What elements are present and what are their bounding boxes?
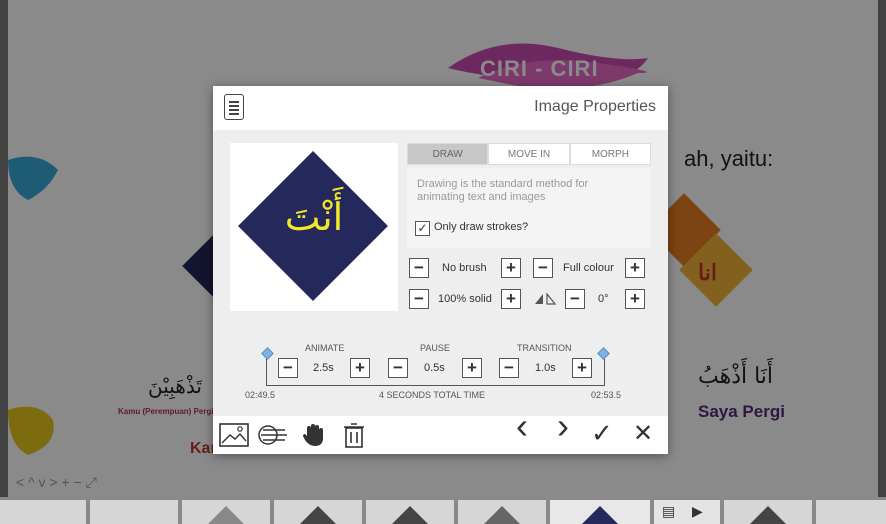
colour-label: Full colour	[563, 262, 614, 274]
play-icon[interactable]: ▶	[692, 503, 703, 520]
transition-label: TRANSITION	[517, 343, 572, 353]
mirror-icon[interactable]	[533, 292, 557, 306]
thumbnail[interactable]	[724, 500, 814, 524]
brush-label: No brush	[442, 262, 487, 274]
pause-minus-button[interactable]: −	[388, 358, 408, 378]
animate-value: 2.5s	[313, 362, 334, 374]
pause-plus-button[interactable]: +	[462, 358, 482, 378]
transition-minus-button[interactable]: −	[499, 358, 519, 378]
confirm-icon[interactable]: ✓	[591, 420, 613, 446]
animate-plus-button[interactable]: +	[350, 358, 370, 378]
dialog-header: Image Properties	[213, 86, 668, 130]
brush-plus-button[interactable]: +	[501, 258, 521, 278]
end-time: 02:53.5	[591, 390, 622, 400]
thumbnail-selected[interactable]	[550, 500, 652, 524]
thumbnail[interactable]	[0, 500, 88, 524]
dialog-footer: ‹ › ✓ ✕	[213, 408, 668, 454]
opacity-label: 100% solid	[438, 293, 492, 305]
thumbnail[interactable]	[182, 500, 272, 524]
transition-value: 1.0s	[535, 362, 556, 374]
opacity-plus-button[interactable]: +	[501, 289, 521, 309]
hand-icon[interactable]	[301, 422, 327, 448]
thumbnail[interactable]	[274, 500, 364, 524]
tab-draw[interactable]: DRAW	[407, 143, 489, 165]
total-time: 4 SECONDS TOTAL TIME	[379, 390, 486, 400]
image-icon[interactable]	[219, 423, 249, 447]
thumbnail-controls[interactable]: ▤ ▶	[654, 500, 720, 524]
animate-minus-button[interactable]: −	[278, 358, 298, 378]
animate-label: ANIMATE	[305, 343, 345, 353]
angle-minus-button[interactable]: −	[565, 289, 585, 309]
transition-plus-button[interactable]: +	[572, 358, 592, 378]
image-preview: أَنْتَ	[230, 143, 398, 311]
draw-description: Drawing is the standard method for anima…	[417, 178, 589, 203]
image-properties-dialog: Image Properties أَنْتَ DRAW MOVE IN MOR…	[213, 86, 668, 454]
tab-move-in[interactable]: MOVE IN	[488, 143, 570, 165]
pause-value: 0.5s	[424, 362, 445, 374]
colour-minus-button[interactable]: −	[533, 258, 553, 278]
thumbnail[interactable]	[90, 500, 180, 524]
document-icon[interactable]	[224, 94, 244, 120]
start-time: 02:49.5	[245, 390, 276, 400]
angle-plus-button[interactable]: +	[625, 289, 645, 309]
colour-plus-button[interactable]: +	[625, 258, 645, 278]
doc-icon[interactable]: ▤	[662, 503, 675, 520]
thumbnail[interactable]	[816, 500, 886, 524]
trash-icon[interactable]	[343, 422, 365, 448]
draw-description-panel: Drawing is the standard method for anima…	[407, 168, 651, 248]
preview-arabic-text: أَنْتَ	[284, 195, 344, 239]
only-draw-strokes-checkbox[interactable]: ✓	[415, 221, 430, 236]
next-icon[interactable]: ›	[557, 408, 569, 444]
thumbnail[interactable]	[458, 500, 548, 524]
animation-tabs: DRAW MOVE IN MORPH	[407, 143, 651, 165]
text-icon[interactable]	[257, 424, 289, 446]
angle-label: 0°	[598, 293, 609, 305]
thumbnail[interactable]	[366, 500, 456, 524]
pause-label: PAUSE	[420, 343, 450, 353]
opacity-minus-button[interactable]: −	[409, 289, 429, 309]
tab-morph[interactable]: MORPH	[569, 143, 651, 165]
close-icon[interactable]: ✕	[633, 422, 653, 446]
only-draw-strokes-label: Only draw strokes?	[434, 221, 529, 233]
brush-minus-button[interactable]: −	[409, 258, 429, 278]
dialog-title: Image Properties	[534, 98, 656, 115]
prev-icon[interactable]: ‹	[516, 408, 528, 444]
